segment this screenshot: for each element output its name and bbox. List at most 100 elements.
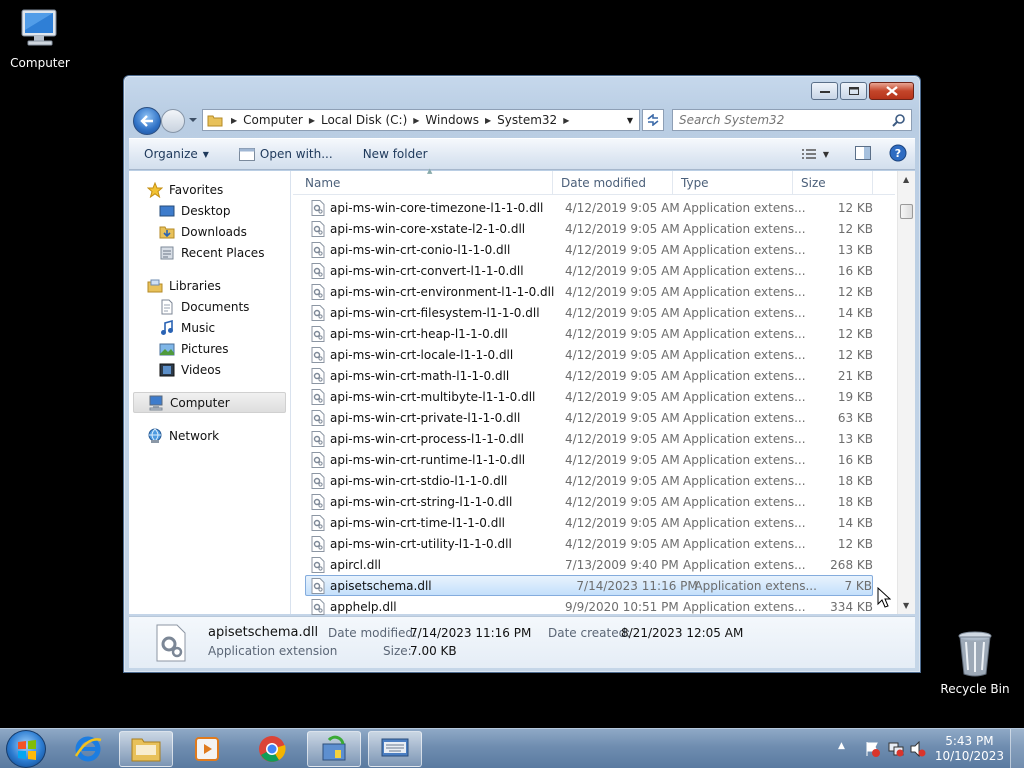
nav-libraries[interactable]: Libraries (129, 275, 290, 296)
new-folder-button[interactable]: New folder (343, 147, 438, 161)
file-row[interactable]: apphelp.dll 9/9/2020 10:51 PM Application … (293, 596, 893, 617)
change-view-button[interactable]: ▼ (801, 148, 829, 162)
file-row[interactable]: api-ms-win-crt-string-l1-1-0.dll 4/12/201… (293, 491, 893, 512)
maximize-button[interactable] (840, 82, 867, 100)
file-row[interactable]: api-ms-win-crt-multibyte-l1-1-0.dll 4/12/… (293, 386, 893, 407)
back-button[interactable] (133, 107, 161, 135)
file-row[interactable]: api-ms-win-crt-convert-l1-1-0.dll 4/12/20… (293, 260, 893, 281)
taskbar-media-player[interactable] (180, 731, 234, 767)
address-bar[interactable]: ▶ Computer ▶ Local Disk (C:) ▶ Windows ▶… (202, 109, 640, 131)
nav-network[interactable]: Network (129, 425, 290, 446)
file-row[interactable]: api-ms-win-crt-environment-l1-1-0.dll 4/1… (293, 281, 893, 302)
refresh-button[interactable] (642, 109, 664, 131)
file-date: 4/12/2019 9:05 AM (565, 389, 680, 404)
column-size-label: Size (801, 176, 826, 190)
nav-music[interactable]: Music (129, 317, 290, 338)
file-row[interactable]: api-ms-win-core-timezone-l1-1-0.dll 4/12/… (293, 197, 893, 218)
file-row[interactable]: api-ms-win-crt-filesystem-l1-1-0.dll 4/12… (293, 302, 893, 323)
forward-button[interactable] (161, 109, 185, 133)
clock[interactable]: 5:43 PM 10/10/2023 (935, 734, 1004, 764)
open-with-button[interactable]: Open with... (219, 147, 343, 161)
file-name-cell: api-ms-win-crt-math-l1-1-0.dll (293, 367, 555, 384)
file-name: api-ms-win-crt-process-l1-1-0.dll (330, 431, 524, 446)
file-row[interactable]: api-ms-win-crt-time-l1-1-0.dll 4/12/2019 … (293, 512, 893, 533)
file-type: Application extens... (683, 599, 806, 614)
action-center-flag-icon[interactable] (864, 741, 880, 757)
volume-muted-icon[interactable] (910, 741, 926, 757)
minimize-button[interactable] (811, 82, 838, 100)
dll-file-icon (311, 388, 325, 405)
file-date: 7/14/2023 11:16 PM (576, 578, 698, 593)
search-input[interactable] (673, 113, 883, 127)
column-size[interactable]: Size (793, 171, 873, 195)
file-row[interactable]: apisetschema.dll 7/14/2023 11:16 PM Applic… (305, 575, 873, 596)
organize-button[interactable]: Organize ▼ (129, 147, 219, 161)
column-date-modified[interactable]: Date modified (553, 171, 673, 195)
start-button[interactable] (6, 730, 46, 768)
file-row[interactable]: apircl.dll 7/13/2009 9:40 PM Application e… (293, 554, 893, 575)
file-date: 4/12/2019 9:05 AM (565, 410, 680, 425)
file-row[interactable]: api-ms-win-crt-utility-l1-1-0.dll 4/12/20… (293, 533, 893, 554)
address-dropdown-icon[interactable]: ▼ (627, 116, 633, 125)
file-type: Application extens... (683, 263, 806, 278)
file-row[interactable]: api-ms-win-crt-locale-l1-1-0.dll 4/12/201… (293, 344, 893, 365)
taskbar-chrome[interactable] (245, 731, 299, 767)
nav-music-label: Music (181, 320, 216, 335)
column-name[interactable]: ▲ Name (293, 167, 553, 195)
nav-downloads[interactable]: Downloads (129, 221, 290, 242)
file-row[interactable]: api-ms-win-crt-heap-l1-1-0.dll 4/12/2019 … (293, 323, 893, 344)
breadcrumb-windows[interactable]: Windows (419, 113, 485, 127)
scrollbar-thumb[interactable] (900, 204, 913, 219)
taskbar-windows-update[interactable] (307, 731, 361, 767)
breadcrumb-separator-icon[interactable]: ▶ (563, 116, 569, 125)
nav-desktop[interactable]: Desktop (129, 200, 290, 221)
preview-pane-button[interactable] (855, 146, 871, 163)
file-name-cell: api-ms-win-crt-utility-l1-1-0.dll (293, 535, 555, 552)
search-icon[interactable] (892, 113, 906, 127)
file-row[interactable]: api-ms-win-crt-math-l1-1-0.dll 4/12/2019 … (293, 365, 893, 386)
nav-favorites[interactable]: Favorites (129, 179, 290, 200)
help-icon: ? (889, 144, 907, 162)
nav-recent-places[interactable]: Recent Places (129, 242, 290, 263)
taskbar-internet-explorer[interactable] (61, 731, 115, 767)
network-tray-icon[interactable] (888, 741, 904, 757)
scroll-up-icon[interactable]: ▲ (903, 175, 909, 184)
file-row[interactable]: api-ms-win-core-xstate-l2-1-0.dll 4/12/20… (293, 218, 893, 239)
nav-documents[interactable]: Documents (129, 296, 290, 317)
file-row[interactable]: api-ms-win-crt-process-l1-1-0.dll 4/12/20… (293, 428, 893, 449)
file-type: Application extens... (683, 452, 806, 467)
scroll-down-icon[interactable]: ▼ (903, 601, 909, 610)
explorer-window: ▶ Computer ▶ Local Disk (C:) ▶ Windows ▶… (123, 75, 921, 673)
breadcrumb-local-disk[interactable]: Local Disk (C:) (315, 113, 413, 127)
file-date: 4/12/2019 9:05 AM (565, 494, 680, 509)
details-filename: apisetschema.dll (208, 625, 319, 640)
videos-icon (159, 363, 175, 376)
taskbar-windows-explorer[interactable] (119, 731, 173, 767)
close-button[interactable] (869, 82, 914, 100)
file-row[interactable]: api-ms-win-crt-stdio-l1-1-0.dll 4/12/2019… (293, 470, 893, 491)
file-size: 12 KB (837, 284, 873, 299)
show-desktop-button[interactable] (1010, 729, 1024, 768)
vertical-scrollbar[interactable]: ▲ ▼ (897, 171, 915, 614)
file-name-cell: api-ms-win-core-xstate-l2-1-0.dll (293, 220, 555, 237)
nav-computer[interactable]: Computer (133, 392, 286, 413)
nav-videos[interactable]: Videos (129, 359, 290, 380)
desktop-computer-icon[interactable]: Computer (0, 8, 80, 70)
file-size: 7 KB (844, 578, 872, 593)
file-row[interactable]: api-ms-win-crt-conio-l1-1-0.dll 4/12/2019… (293, 239, 893, 260)
file-row[interactable]: api-ms-win-crt-runtime-l1-1-0.dll 4/12/20… (293, 449, 893, 470)
column-type-label: Type (681, 176, 709, 190)
search-box[interactable] (672, 109, 912, 131)
taskbar-on-screen-keyboard[interactable] (368, 731, 422, 767)
desktop-recycle-bin[interactable]: Recycle Bin (935, 630, 1015, 696)
help-button[interactable]: ? (889, 144, 907, 165)
breadcrumb-system32[interactable]: System32 (491, 113, 563, 127)
file-row[interactable]: api-ms-win-crt-private-l1-1-0.dll 4/12/20… (293, 407, 893, 428)
nav-pictures[interactable]: Pictures (129, 338, 290, 359)
pictures-icon (159, 343, 175, 355)
recent-pages-dropdown[interactable] (188, 114, 198, 126)
breadcrumb-computer[interactable]: Computer (237, 113, 309, 127)
column-type[interactable]: Type (673, 171, 793, 195)
file-name-cell: api-ms-win-crt-environment-l1-1-0.dll (293, 283, 555, 300)
show-hidden-icons-icon[interactable]: ▲ (838, 741, 845, 751)
